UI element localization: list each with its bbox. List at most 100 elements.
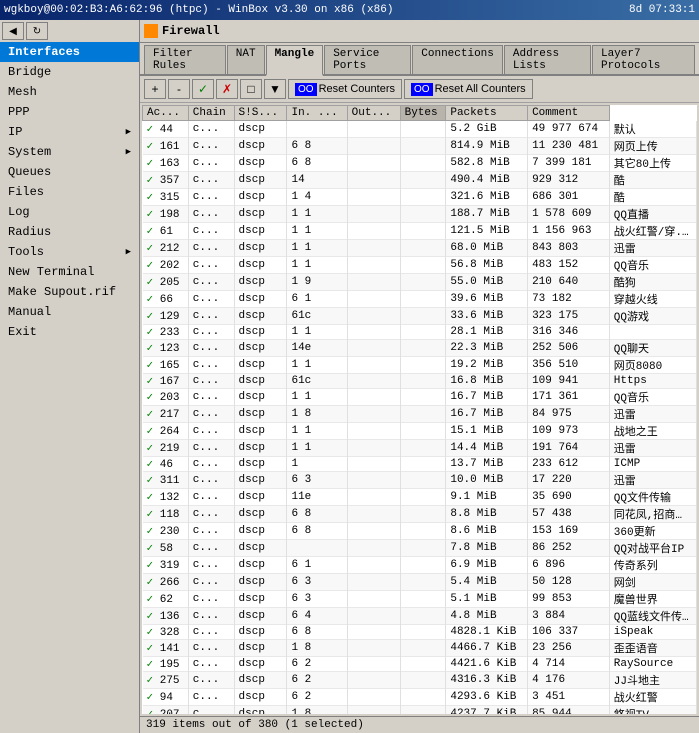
table-row[interactable]: ✓ 195c...dscp6 24421.6 KiB4 714RaySource	[143, 656, 697, 671]
reset-counters-button[interactable]: OO Reset Counters	[288, 79, 402, 99]
cross-button[interactable]: ✗	[216, 79, 238, 99]
reset-all-button[interactable]: OO Reset All Counters	[404, 79, 533, 99]
tab-address-lists[interactable]: Address Lists	[504, 45, 591, 74]
tab-filter-rules[interactable]: Filter Rules	[144, 45, 226, 74]
cell-in	[347, 607, 400, 624]
sidebar-item-queues[interactable]: Queues	[0, 162, 139, 182]
table-row[interactable]: ✓ 136c...dscp6 44.8 MiB3 884QQ蓝线文件传输	[143, 607, 697, 624]
cell-packets: 49 977 674	[528, 121, 610, 138]
sidebar-item-make-supout[interactable]: Make Supout.rif	[0, 282, 139, 302]
sidebar-item-ip[interactable]: IP▶	[0, 122, 139, 142]
table-container[interactable]: Ac...ChainS!S...In. ...Out...BytesPacket…	[142, 105, 697, 714]
cell-bytes: 28.1 MiB	[446, 324, 528, 339]
sidebar-item-log[interactable]: Log	[0, 202, 139, 222]
cell-sss: 61c	[287, 307, 347, 324]
add-button[interactable]: +	[144, 79, 166, 99]
table-row[interactable]: ✓ 266c...dscp6 35.4 MiB50 128网剑	[143, 573, 697, 590]
cell-ac: ✓ 163	[143, 154, 189, 171]
table-row[interactable]: ✓ 203c...dscp1 116.7 MiB171 361QQ音乐	[143, 388, 697, 405]
table-row[interactable]: ✓ 315c...dscp1 4321.6 MiB686 301酷	[143, 188, 697, 205]
copy-button[interactable]: □	[240, 79, 262, 99]
cell-comment: 战火红警/穿...	[609, 222, 696, 239]
sidebar-item-manual[interactable]: Manual	[0, 302, 139, 322]
cell-chain: dscp	[234, 688, 287, 705]
cell-chain: dscp	[234, 522, 287, 539]
sidebar-item-interfaces[interactable]: Interfaces	[0, 42, 139, 62]
table-row[interactable]: ✓ 207c...dscp1 84237.7 KiB85 944悠视TV	[143, 705, 697, 714]
sidebar-item-exit[interactable]: Exit	[0, 322, 139, 342]
table-row[interactable]: ✓ 198c...dscp1 1188.7 MiB1 578 609QQ直播	[143, 205, 697, 222]
col-header-sss[interactable]: S!S...	[234, 106, 287, 121]
table-row[interactable]: ✓ 61c...dscp1 1121.5 MiB1 156 963战火红警/穿.…	[143, 222, 697, 239]
col-header-in[interactable]: In. ...	[287, 106, 347, 121]
sidebar-item-radius[interactable]: Radius	[0, 222, 139, 242]
sidebar-item-new-terminal[interactable]: New Terminal	[0, 262, 139, 282]
table-row[interactable]: ✓ 58c...dscp7.8 MiB86 252QQ对战平台IP	[143, 539, 697, 556]
table-row[interactable]: ✓ 357c...dscp14490.4 MiB929 312酷	[143, 171, 697, 188]
col-header-packets[interactable]: Packets	[446, 106, 528, 121]
col-header-out[interactable]: Out...	[347, 106, 400, 121]
cell-out	[400, 573, 446, 590]
sidebar-item-system[interactable]: System▶	[0, 142, 139, 162]
table-row[interactable]: ✓ 129c...dscp61c33.6 MiB323 175QQ游戏	[143, 307, 697, 324]
table-row[interactable]: ✓ 319c...dscp6 16.9 MiB6 896传奇系列	[143, 556, 697, 573]
sidebar-item-mesh[interactable]: Mesh	[0, 82, 139, 102]
col-header-chain[interactable]: Chain	[188, 106, 234, 121]
sidebar-item-files[interactable]: Files	[0, 182, 139, 202]
tab-mangle[interactable]: Mangle	[266, 45, 324, 76]
table-row[interactable]: ✓ 202c...dscp1 156.8 MiB483 152QQ音乐	[143, 256, 697, 273]
sidebar-item-tools[interactable]: Tools▶	[0, 242, 139, 262]
nav-back-button[interactable]: ◀	[2, 22, 24, 40]
cell-bytes: 4237.7 KiB	[446, 705, 528, 714]
filter-button[interactable]: ▼	[264, 79, 286, 99]
table-row[interactable]: ✓ 165c...dscp1 119.2 MiB356 510网页8080	[143, 356, 697, 373]
cell-c: c...	[188, 422, 234, 439]
table-row[interactable]: ✓ 94c...dscp6 24293.6 KiB3 451战火红警	[143, 688, 697, 705]
table-row[interactable]: ✓ 328c...dscp6 84828.1 KiB106 337iSpeak	[143, 624, 697, 639]
cell-in	[347, 656, 400, 671]
cell-packets: 7 399 181	[528, 154, 610, 171]
table-row[interactable]: ✓ 44c...dscp5.2 GiB49 977 674默认	[143, 121, 697, 138]
table-row[interactable]: ✓ 62c...dscp6 35.1 MiB99 853魔兽世界	[143, 590, 697, 607]
table-row[interactable]: ✓ 46c...dscp113.7 MiB233 612ICMP	[143, 456, 697, 471]
table-row[interactable]: ✓ 66c...dscp6 139.6 MiB73 182穿越火线	[143, 290, 697, 307]
cell-bytes: 13.7 MiB	[446, 456, 528, 471]
cell-bytes: 6.9 MiB	[446, 556, 528, 573]
col-header-comment[interactable]: Comment	[528, 106, 610, 121]
table-row[interactable]: ✓ 212c...dscp1 168.0 MiB843 803迅雷	[143, 239, 697, 256]
col-header-bytes[interactable]: Bytes	[400, 106, 446, 121]
tab-service-ports[interactable]: Service Ports	[324, 45, 411, 74]
cell-ac: ✓ 233	[143, 324, 189, 339]
table-row[interactable]: ✓ 219c...dscp1 114.4 MiB191 764迅雷	[143, 439, 697, 456]
nav-forward-button[interactable]: ↻	[26, 22, 48, 40]
cell-packets: 86 252	[528, 539, 610, 556]
sidebar-item-bridge[interactable]: Bridge	[0, 62, 139, 82]
col-header-ac[interactable]: Ac...	[143, 106, 189, 121]
table-row[interactable]: ✓ 167c...dscp61c16.8 MiB109 941Https	[143, 373, 697, 388]
cell-comment: 默认	[609, 121, 696, 138]
sidebar-item-ppp[interactable]: PPP	[0, 102, 139, 122]
remove-button[interactable]: -	[168, 79, 190, 99]
table-row[interactable]: ✓ 311c...dscp6 310.0 MiB17 220迅雷	[143, 471, 697, 488]
table-row[interactable]: ✓ 230c...dscp6 88.6 MiB153 169360更新	[143, 522, 697, 539]
table-row[interactable]: ✓ 217c...dscp1 816.7 MiB84 975迅雷	[143, 405, 697, 422]
cell-comment: QQ游戏	[609, 307, 696, 324]
table-row[interactable]: ✓ 275c...dscp6 24316.3 KiB4 176JJ斗地主	[143, 671, 697, 688]
table-row[interactable]: ✓ 161c...dscp6 8814.9 MiB11 230 481网页上传	[143, 137, 697, 154]
cell-chain: dscp	[234, 471, 287, 488]
table-row[interactable]: ✓ 233c...dscp1 128.1 MiB316 346	[143, 324, 697, 339]
check-button[interactable]: ✓	[192, 79, 214, 99]
tab-connections[interactable]: Connections	[412, 45, 503, 74]
table-row[interactable]: ✓ 205c...dscp1 955.0 MiB210 640酷狗	[143, 273, 697, 290]
tab-layer7[interactable]: Layer7 Protocols	[592, 45, 695, 74]
table-row[interactable]: ✓ 132c...dscp11e9.1 MiB35 690QQ文件传输	[143, 488, 697, 505]
table-row[interactable]: ✓ 118c...dscp6 88.8 MiB57 438同花凤,招商证卷	[143, 505, 697, 522]
tab-nat[interactable]: NAT	[227, 45, 265, 74]
cell-c: c...	[188, 522, 234, 539]
cell-chain: dscp	[234, 273, 287, 290]
table-row[interactable]: ✓ 264c...dscp1 115.1 MiB109 973战地之王	[143, 422, 697, 439]
cell-packets: 316 346	[528, 324, 610, 339]
table-row[interactable]: ✓ 141c...dscp1 84466.7 KiB23 256歪歪语音	[143, 639, 697, 656]
table-row[interactable]: ✓ 123c...dscp14e22.3 MiB252 506QQ聊天	[143, 339, 697, 356]
table-row[interactable]: ✓ 163c...dscp6 8582.8 MiB7 399 181其它80上传	[143, 154, 697, 171]
